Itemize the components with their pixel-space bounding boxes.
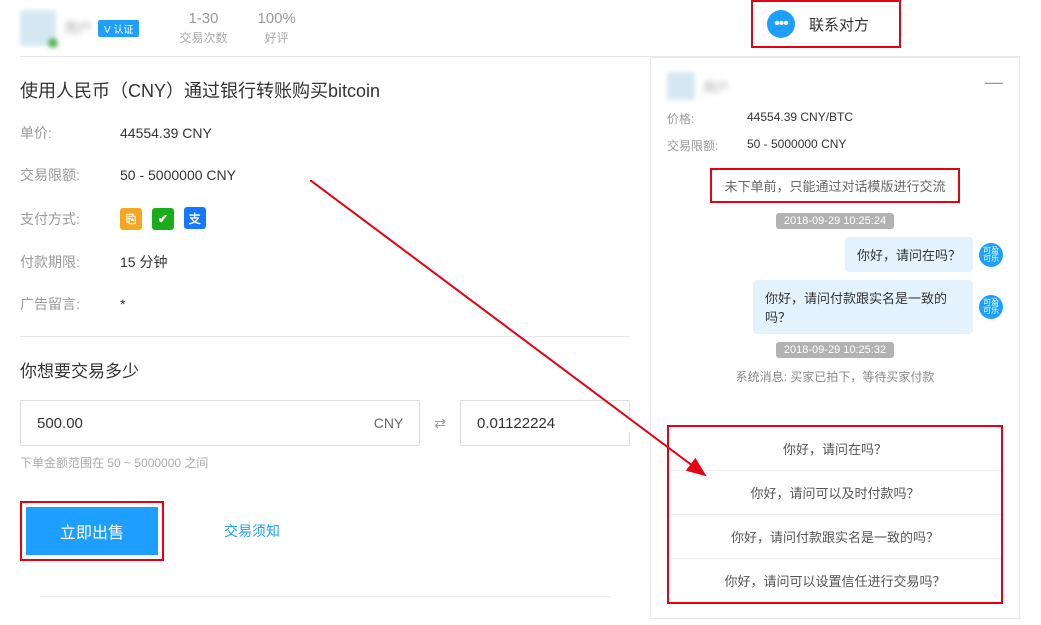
message-value: * [120,296,125,312]
contact-button[interactable]: ••• 联系对方 [751,0,901,48]
pre-order-warning: 未下单前，只能通过对话模版进行交流 [710,168,959,203]
deadline-label: 付款期限: [20,252,120,272]
chat-price-value: 44554.39 CNY/BTC [747,110,853,127]
amount-hint: 下单金额范围在 50 ~ 5000000 之间 [20,454,630,471]
chat-limit-label: 交易限额: [667,137,747,154]
deadline-value: 15 分钟 [120,252,167,272]
wechat-icon: ✔ [152,208,174,230]
price-value: 44554.39 CNY [120,125,212,141]
sell-button[interactable]: 立即出售 [26,507,158,555]
trade-subtitle: 你想要交易多少 [20,357,630,382]
chat-limit-value: 50 - 5000000 CNY [747,137,846,154]
chat-price-label: 价格: [667,110,747,127]
trade-notice-link[interactable]: 交易须知 [224,521,280,541]
minimize-icon[interactable]: — [985,72,1003,93]
template-item[interactable]: 你好，请问在吗？ [669,427,1001,471]
trade-count-label: 交易次数 [179,29,227,46]
limit-label: 交易限额: [20,165,120,185]
sender-avatar-icon: 可盈 可乐 [979,243,1003,267]
contact-label: 联系对方 [809,14,869,35]
rating-value: 100% [257,10,295,27]
fiat-amount-input[interactable] [37,415,374,432]
crypto-input-group[interactable] [460,400,630,446]
system-message: 系统消息: 买家已拍下，等待买家付款 [667,368,1003,385]
template-item[interactable]: 你好，请问付款跟实名是一致的吗？ [669,515,1001,559]
chat-username: 用户 [703,77,729,96]
bottom-divider [40,596,610,597]
trade-count-value: 1-30 [179,10,227,27]
rating-stat: 100% 好评 [257,10,295,46]
message-bubble: 你好，请问在吗？ [845,237,973,272]
crypto-amount-input[interactable] [477,415,676,432]
swap-icon: ⇄ [434,415,446,432]
chat-avatar [667,72,695,100]
fiat-input-group[interactable]: CNY [20,400,420,446]
pay-label: 支付方式: [20,209,120,229]
timestamp-2: 2018-09-29 10:25:32 [776,342,894,358]
timestamp-1: 2018-09-29 10:25:24 [776,213,894,229]
fiat-unit: CNY [374,415,404,431]
message-row: 你好，请问在吗？ 可盈 可乐 [667,237,1003,272]
sender-avatar-icon: 可盈 可乐 [979,295,1003,319]
message-label: 广告留言: [20,294,120,314]
message-row: 你好，请问付款跟实名是一致的吗？ 可盈 可乐 [667,280,1003,334]
limit-value: 50 - 5000000 CNY [120,167,236,183]
template-item[interactable]: 你好，请问可以及时付款吗？ [669,471,1001,515]
message-bubble: 你好，请问付款跟实名是一致的吗？ [753,280,973,334]
alipay-icon: 支 [184,207,206,229]
bank-card-icon: ⎘ [120,208,142,230]
chat-panel: 用户 — 价格: 44554.39 CNY/BTC 交易限额: 50 - 500… [650,57,1020,619]
offer-title: 使用人民币（CNY）通过银行转账购买bitcoin [20,77,630,103]
price-label: 单价: [20,123,120,143]
chat-bubble-icon: ••• [767,10,795,38]
seller-username[interactable]: 用户 [64,18,92,38]
verify-badge: V 认证 [98,20,139,37]
seller-avatar[interactable] [20,10,56,46]
template-item[interactable]: 你好，请问可以设置信任进行交易吗？ [669,559,1001,602]
trade-count-stat: 1-30 交易次数 [179,10,227,46]
message-templates: 你好，请问在吗？ 你好，请问可以及时付款吗？ 你好，请问付款跟实名是一致的吗？ … [667,425,1003,604]
rating-label: 好评 [257,29,295,46]
